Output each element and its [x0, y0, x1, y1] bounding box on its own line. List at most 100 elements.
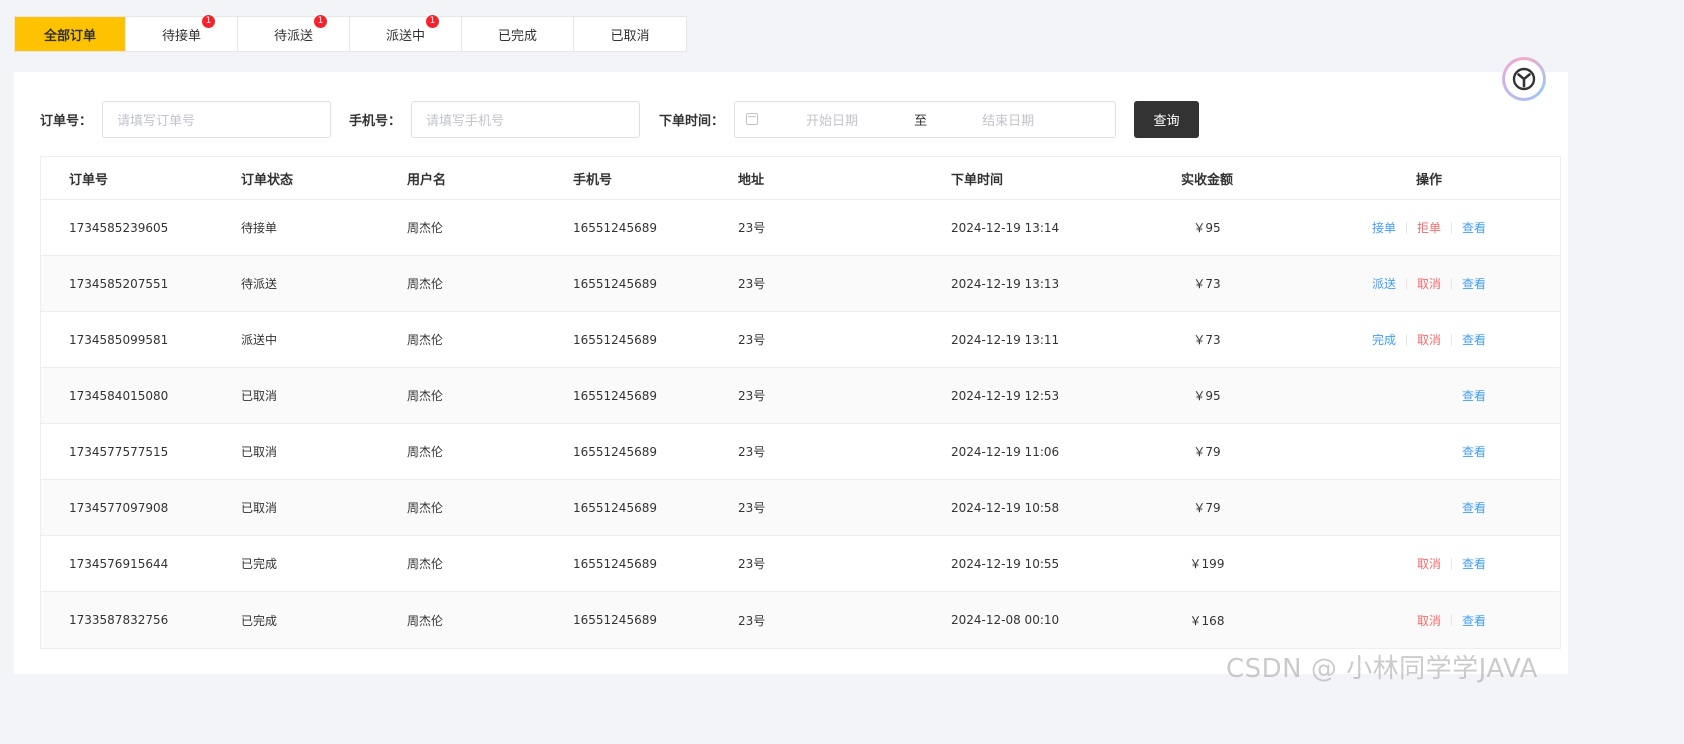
tab-cancelled[interactable]: 已取消	[574, 17, 686, 51]
order-time-cell: 2024-12-08 00:10	[951, 613, 1060, 627]
username-cell: 周杰伦	[407, 445, 444, 459]
reject-cancel-link[interactable]: 拒单	[1407, 219, 1451, 236]
header-actions: 操作	[1416, 172, 1443, 188]
row-actions: 查看	[1361, 499, 1541, 516]
phone-input[interactable]: 请填写手机号	[411, 100, 641, 138]
address-cell: 23号	[738, 613, 766, 628]
row-actions: 取消 查看	[1361, 612, 1541, 629]
phone-cell: 16551245689	[573, 556, 657, 571]
phone-cell: 16551245689	[573, 276, 657, 291]
order-status-cell: 已取消	[241, 389, 278, 403]
row-actions: 取消 查看	[1361, 555, 1541, 572]
order-time-cell: 2024-12-19 10:55	[951, 556, 1060, 571]
phone-cell: 16551245689	[573, 220, 657, 235]
tab-pending-accept[interactable]: 待接单 1	[126, 13, 238, 51]
logo-icon	[1512, 67, 1536, 91]
header-order-number: 订单号	[69, 172, 109, 188]
tab-pending-dispatch[interactable]: 待派送 1	[238, 13, 350, 51]
table-row: 1734585099581 派送中 周杰伦 16551245689 23号 2024-12…	[41, 312, 1560, 368]
username-cell: 周杰伦	[407, 221, 444, 235]
count-badge: 1	[201, 13, 216, 29]
order-number-cell: 1734577097908	[69, 500, 169, 515]
reject-cancel-link[interactable]: 取消	[1407, 612, 1451, 629]
primary-action-link[interactable]: 完成	[1362, 331, 1406, 348]
order-number-cell: 1734576915644	[69, 556, 169, 571]
orders-panel: 订单号： 请填写订单号 手机号： 请填写手机号 下单时间： 开始日期 至 结束日…	[14, 72, 1568, 674]
end-date-input[interactable]: 结束日期	[982, 110, 1034, 129]
amount-cell: ￥199	[1189, 557, 1225, 571]
order-time-cell: 2024-12-19 10:58	[951, 500, 1060, 515]
tab-label: 派送中	[385, 28, 425, 44]
order-status-cell: 已完成	[241, 613, 278, 628]
view-link[interactable]: 查看	[1452, 499, 1496, 516]
date-range-separator: 至	[914, 113, 928, 129]
order-time-cell: 2024-12-19 11:06	[951, 444, 1060, 459]
view-link[interactable]: 查看	[1452, 275, 1496, 292]
order-status-cell: 派送中	[241, 333, 278, 347]
order-time-cell: 2024-12-19 13:11	[951, 332, 1060, 347]
filter-bar: 订单号： 请填写订单号 手机号： 请填写手机号 下单时间： 开始日期 至 结束日…	[40, 100, 1200, 138]
view-link[interactable]: 查看	[1452, 387, 1496, 404]
table-row: 1734576915644 已完成 周杰伦 16551245689 23号 2024-12…	[41, 536, 1560, 592]
order-number-cell: 1733587832756	[69, 613, 169, 627]
view-link[interactable]: 查看	[1452, 612, 1496, 629]
count-badge: 1	[313, 13, 328, 29]
phone-cell: 16551245689	[573, 500, 657, 515]
address-cell: 23号	[738, 501, 766, 515]
order-number-cell: 1734584015080	[69, 388, 169, 403]
count-badge: 1	[425, 13, 440, 29]
table-row: 1734585239605 待接单 周杰伦 16551245689 23号 2024-12…	[41, 200, 1560, 256]
orders-table: 订单号 订单状态 用户名 手机号 地址 下单时间 实收金额 操作 1734585…	[40, 156, 1561, 649]
order-number-placeholder: 请填写订单号	[117, 113, 196, 129]
tab-all-orders[interactable]: 全部订单	[15, 17, 126, 51]
order-time-cell: 2024-12-19 13:14	[951, 220, 1060, 235]
amount-cell: ￥79	[1193, 445, 1221, 459]
table-row: 1734577097908 已取消 周杰伦 16551245689 23号 2024-12…	[41, 480, 1560, 536]
table-header: 订单号 订单状态 用户名 手机号 地址 下单时间 实收金额 操作	[41, 157, 1560, 200]
order-status-cell: 待接单	[241, 221, 278, 235]
tab-completed[interactable]: 已完成	[462, 17, 574, 51]
order-number-cell: 1734585099581	[69, 332, 169, 347]
primary-action-link[interactable]: 接单	[1362, 219, 1406, 236]
order-number-input[interactable]: 请填写订单号	[102, 100, 332, 138]
order-number-label: 订单号：	[40, 113, 93, 129]
order-time-label: 下单时间：	[659, 113, 725, 129]
start-date-input[interactable]: 开始日期	[806, 110, 858, 129]
amount-cell: ￥168	[1189, 613, 1225, 628]
tab-in-delivery[interactable]: 派送中 1	[350, 13, 462, 51]
view-link[interactable]: 查看	[1452, 219, 1496, 236]
view-link[interactable]: 查看	[1452, 331, 1496, 348]
tab-label: 全部订单	[43, 28, 96, 44]
table-row: 1734584015080 已取消 周杰伦 16551245689 23号 2024-12…	[41, 368, 1560, 424]
reject-cancel-link[interactable]: 取消	[1407, 555, 1451, 572]
order-time-cell: 2024-12-19 13:13	[951, 276, 1060, 291]
address-cell: 23号	[738, 333, 766, 347]
reject-cancel-link[interactable]: 取消	[1407, 275, 1451, 292]
row-actions: 接单 拒单 查看	[1361, 219, 1541, 236]
table-row: 1734577577515 已取消 周杰伦 16551245689 23号 2024-12…	[41, 424, 1560, 480]
phone-cell: 16551245689	[573, 444, 657, 459]
table-row: 1734585207551 待派送 周杰伦 16551245689 23号 2024-12…	[41, 256, 1560, 312]
tab-label: 已完成	[497, 28, 537, 44]
reject-cancel-link[interactable]: 取消	[1407, 331, 1451, 348]
username-cell: 周杰伦	[407, 501, 444, 515]
order-status-tabs: 全部订单 待接单 1 待派送 1 派送中 1 已完成 已取消	[14, 13, 687, 52]
username-cell: 周杰伦	[407, 613, 444, 628]
phone-label: 手机号：	[349, 113, 402, 129]
username-cell: 周杰伦	[407, 333, 444, 347]
address-cell: 23号	[738, 445, 766, 459]
tab-label: 待接单	[161, 28, 201, 44]
header-amount: 实收金额	[1180, 172, 1233, 188]
username-cell: 周杰伦	[407, 277, 444, 291]
view-link[interactable]: 查看	[1452, 443, 1496, 460]
query-button[interactable]: 查询	[1134, 100, 1200, 138]
order-status-cell: 已取消	[241, 445, 278, 459]
row-actions: 查看	[1361, 443, 1541, 460]
primary-action-link[interactable]: 派送	[1362, 275, 1406, 292]
row-actions: 派送 取消 查看	[1361, 275, 1541, 292]
date-range-picker[interactable]: 开始日期 至 结束日期	[734, 100, 1117, 138]
username-cell: 周杰伦	[407, 557, 444, 571]
assistant-avatar[interactable]	[1502, 57, 1546, 101]
order-status-cell: 待派送	[241, 277, 278, 291]
view-link[interactable]: 查看	[1452, 555, 1496, 572]
